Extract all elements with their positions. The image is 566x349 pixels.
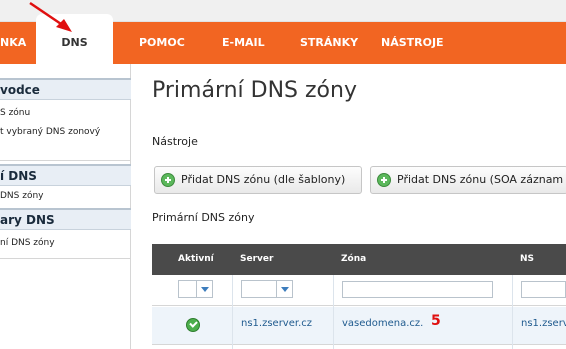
column-header-server[interactable]: Server [240, 244, 273, 275]
column-header-active[interactable]: Aktivní [178, 244, 214, 275]
ns-cell[interactable]: ns1.zserver.cz [521, 318, 566, 329]
nav-item-nastroje[interactable]: NÁSTROJE [381, 22, 444, 64]
sidebar-link-zone[interactable]: S zónu [0, 106, 131, 120]
sidebar-section-title: vodce [0, 78, 131, 100]
column-divider [333, 275, 334, 349]
column-header-ns[interactable]: NS [520, 244, 534, 275]
column-header-zone[interactable]: Zóna [341, 244, 366, 275]
button-label: Přidat DNS zónu (dle šablony) [181, 173, 346, 186]
sidebar-divider [0, 160, 131, 161]
sidebar-section-title: ary DNS [0, 208, 131, 230]
plus-icon [377, 173, 391, 187]
nav-item-dns[interactable]: DNS [36, 14, 113, 64]
nav-item-pomoc[interactable]: POMOC [139, 22, 185, 64]
sidebar-divider [0, 258, 131, 259]
tools-label: Nástroje [152, 135, 198, 148]
page-title: Primární DNS zóny [152, 78, 357, 103]
add-zone-template-button[interactable]: Přidat DNS zónu (dle šablony) [154, 166, 362, 194]
nav-item-stranky[interactable]: STRÁNKY [300, 22, 358, 64]
add-zone-soa-button[interactable]: Přidat DNS zónu (SOA záznam [370, 166, 566, 194]
sidebar-section-title: í DNS [0, 164, 131, 186]
chevron-down-icon [276, 281, 292, 297]
ns-filter-input[interactable] [521, 281, 566, 298]
grid-label: Primární DNS zóny [152, 211, 255, 224]
zone-filter-input[interactable] [342, 281, 493, 298]
button-label: Přidat DNS zónu (SOA záznam [397, 173, 564, 186]
sidebar-link-selected-zone[interactable]: t vybraný DNS zonový [0, 125, 131, 139]
annotation-number: 5 [431, 313, 441, 329]
nav-item-email[interactable]: E-MAIL [222, 22, 265, 64]
column-divider [232, 275, 233, 349]
sidebar-link-dns-zones[interactable]: DNS zóny [0, 189, 131, 203]
nav-item-nka[interactable]: NKA [0, 22, 36, 64]
column-divider [512, 275, 513, 349]
chevron-down-icon [196, 281, 212, 297]
zone-cell[interactable]: vasedomena.cz. [342, 318, 423, 329]
plus-icon [161, 173, 175, 187]
server-cell[interactable]: ns1.zserver.cz [241, 318, 312, 329]
active-filter-dropdown[interactable] [178, 280, 213, 298]
active-check-icon [186, 318, 200, 332]
sidebar-link-secondary-zones[interactable]: ní DNS zóny [0, 236, 131, 250]
server-filter-dropdown[interactable] [241, 280, 293, 298]
